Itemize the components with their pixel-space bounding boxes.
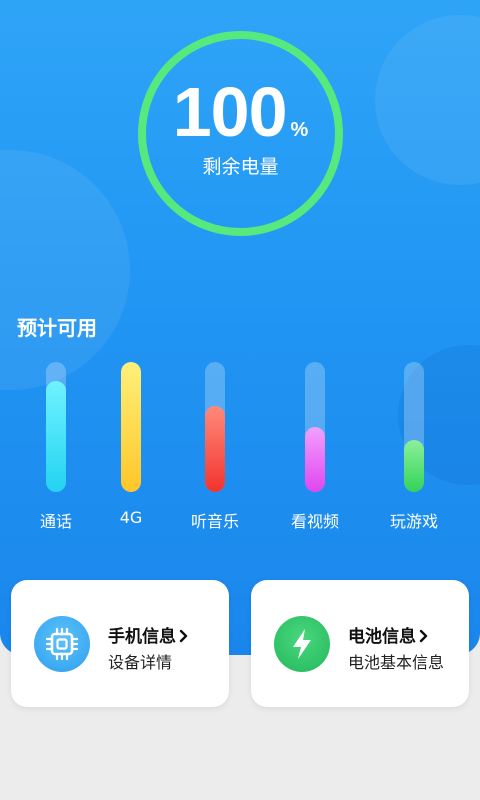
usage-bar-track	[404, 362, 424, 492]
usage-bar-fill	[121, 362, 141, 492]
battery-info-title: 电池信息	[348, 622, 429, 647]
chevron-right-icon	[179, 629, 188, 643]
usage-bar-track	[205, 362, 225, 492]
usage-bar-fill	[404, 440, 424, 492]
phone-info-title-text: 手机信息	[108, 627, 176, 647]
lightning-icon	[274, 616, 330, 672]
phone-info-title: 手机信息	[108, 622, 189, 647]
chevron-right-icon	[419, 629, 428, 643]
decorative-circle	[375, 15, 480, 185]
battery-percentage-value: 100	[172, 73, 288, 151]
battery-info-subtitle: 电池基本信息	[348, 653, 445, 672]
remaining-battery-label: 剩余电量	[202, 156, 279, 178]
battery-info-title-text: 电池信息	[348, 627, 416, 647]
battery-header-panel: 100% 剩余电量 预计可用 通话 4G 听音乐 看视频 玩游戏	[0, 0, 480, 655]
usage-bar-track	[46, 362, 66, 492]
usage-bar-track	[305, 362, 325, 492]
battery-info-card[interactable]: 电池信息 电池基本信息	[251, 580, 469, 707]
battery-page: 100% 剩余电量 预计可用 通话 4G 听音乐 看视频 玩游戏 手机信息 设备…	[0, 0, 480, 800]
phone-info-card[interactable]: 手机信息 设备详情	[11, 580, 229, 707]
battery-percentage: 100%	[138, 72, 343, 152]
usage-bar-track	[121, 362, 141, 492]
usage-bar-fill	[205, 406, 225, 492]
phone-info-subtitle: 设备详情	[108, 653, 173, 672]
estimated-usage-title: 预计可用	[17, 316, 97, 340]
usage-bar-fill	[46, 381, 66, 492]
usage-bar-fill	[305, 427, 325, 492]
decorative-circle	[0, 150, 130, 390]
battery-percentage-unit: %	[290, 119, 309, 141]
chip-icon	[34, 616, 90, 672]
usage-bar-label: 玩游戏	[389, 512, 438, 531]
